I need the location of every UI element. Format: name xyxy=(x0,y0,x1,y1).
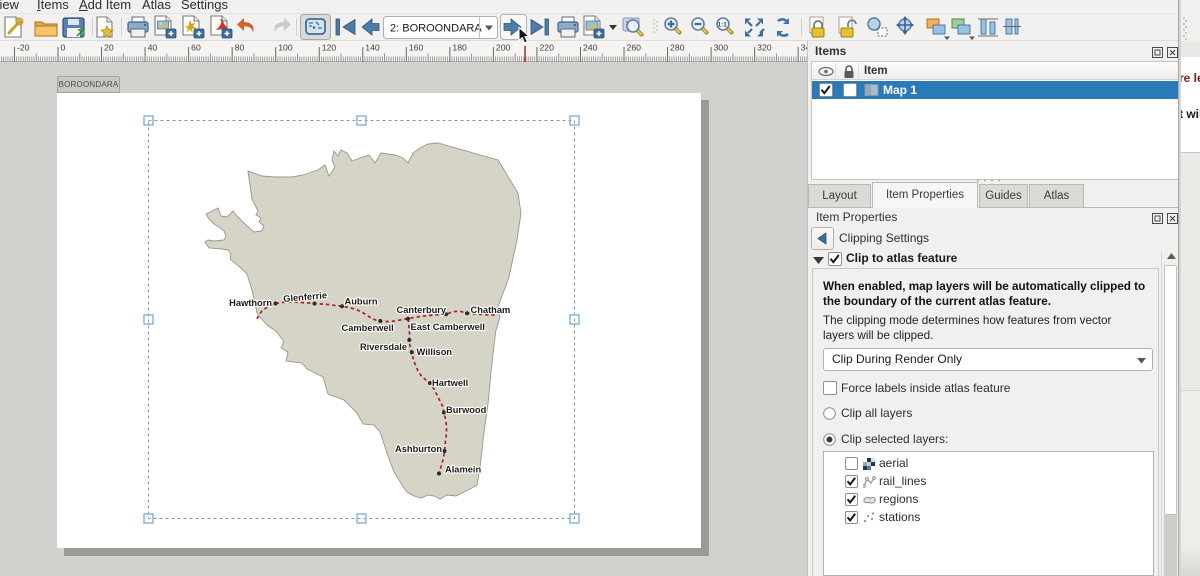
svg-text:Burwood: Burwood xyxy=(446,405,487,415)
svg-text:260: 260 xyxy=(627,43,642,53)
svg-text:Auburn: Auburn xyxy=(345,297,378,307)
svg-text:240: 240 xyxy=(583,43,598,53)
svg-text:320: 320 xyxy=(757,43,772,53)
svg-text:Ashburton: Ashburton xyxy=(395,444,442,454)
svg-text:Hartwell: Hartwell xyxy=(432,378,468,388)
svg-text:0: 0 xyxy=(61,43,66,53)
svg-text:60: 60 xyxy=(191,43,201,53)
svg-text:East Camberwell: East Camberwell xyxy=(411,322,485,332)
svg-text:Map 1: Map 1 xyxy=(883,83,917,97)
svg-text:220: 220 xyxy=(539,43,554,53)
svg-text:Chatham: Chatham xyxy=(471,305,511,315)
svg-text:140: 140 xyxy=(365,43,380,53)
svg-text:80: 80 xyxy=(235,43,245,53)
svg-text:Alamein: Alamein xyxy=(445,465,481,475)
svg-text:180: 180 xyxy=(452,43,467,53)
svg-text:120: 120 xyxy=(322,43,337,53)
svg-text:100: 100 xyxy=(278,43,293,53)
svg-text:Camberwell: Camberwell xyxy=(342,323,394,333)
svg-text:Willison: Willison xyxy=(417,347,453,357)
svg-text:-20: -20 xyxy=(17,43,30,53)
svg-text:20: 20 xyxy=(104,43,114,53)
svg-text:200: 200 xyxy=(496,43,511,53)
svg-text:2: BOROONDARA: 2: BOROONDARA xyxy=(390,23,482,35)
svg-text:160: 160 xyxy=(409,43,424,53)
svg-text:Canterbury: Canterbury xyxy=(397,305,447,315)
svg-text:1:1: 1:1 xyxy=(718,22,728,29)
svg-text:40: 40 xyxy=(148,43,158,53)
svg-text:300: 300 xyxy=(714,43,729,53)
svg-text:Riversdale: Riversdale xyxy=(360,342,407,352)
svg-text:280: 280 xyxy=(670,43,685,53)
svg-text:Hawthorn: Hawthorn xyxy=(229,298,272,308)
